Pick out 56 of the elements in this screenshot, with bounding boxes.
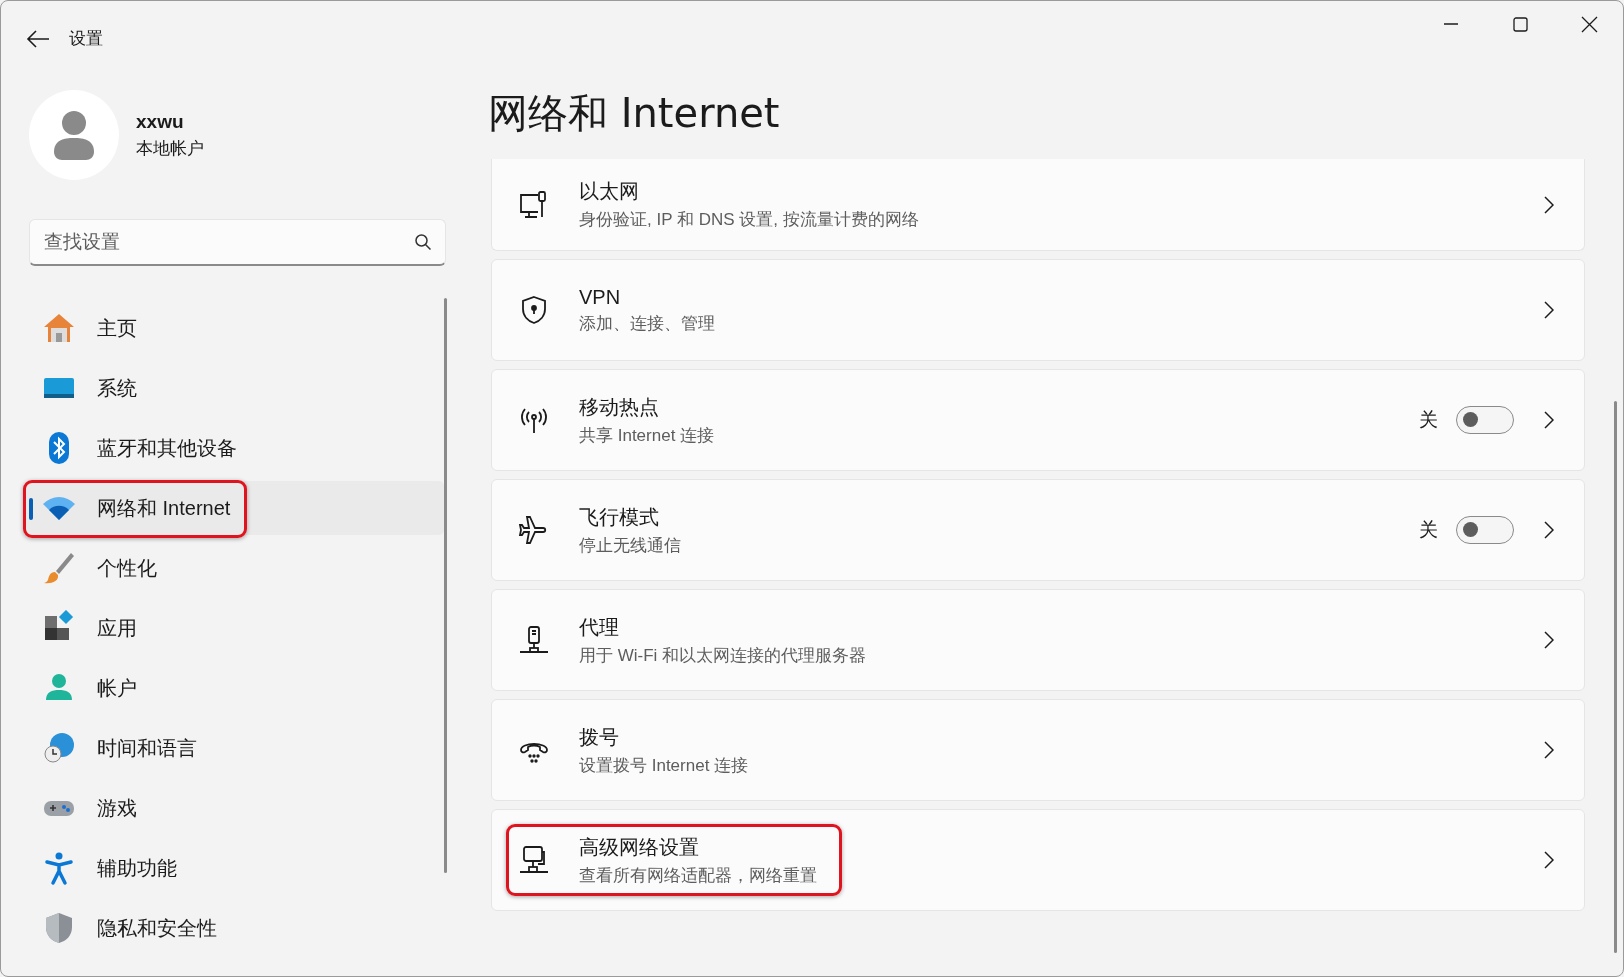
chevron-right-icon: [1544, 301, 1554, 319]
chevron-right-icon: [1544, 741, 1554, 759]
sidebar-item[interactable]: 主页: [25, 301, 444, 355]
sidebar-item[interactable]: 应用: [25, 601, 444, 655]
chevron-right-icon: [1544, 411, 1554, 429]
card-title: 代理: [579, 614, 620, 640]
sidebar-item[interactable]: 系统: [25, 361, 444, 415]
maximize-icon[interactable]: [1510, 15, 1529, 33]
card-title: 高级网络设置: [579, 834, 700, 860]
card-description: 共享 Internet 连接: [579, 424, 716, 447]
sidebar-item[interactable]: 隐私和安全性: [25, 901, 444, 955]
card-description: 添加、连接、管理: [579, 312, 716, 335]
card-title: 飞行模式: [579, 504, 660, 530]
sidebar-item[interactable]: 辅助功能: [25, 841, 444, 895]
card-title: 以太网: [579, 179, 640, 204]
chevron-right-icon: [1544, 851, 1554, 869]
chevron-right-icon: [1544, 631, 1554, 649]
toggle-state-label: 关: [1419, 408, 1438, 432]
search-field[interactable]: 查找设置: [29, 219, 446, 266]
close-icon[interactable]: [1579, 15, 1598, 33]
account-type: 本地帐户: [136, 137, 204, 160]
sidebar-item[interactable]: 蓝牙和其他设备: [25, 421, 444, 475]
settings-card[interactable]: 飞行模式 停止无线通信 关: [491, 479, 1585, 581]
toggle-state-label: 关: [1419, 518, 1438, 542]
toggle-switch[interactable]: [1456, 516, 1514, 544]
toggle-switch[interactable]: [1456, 406, 1514, 434]
globe-clock-icon: [41, 730, 77, 766]
card-description: 用于 Wi-Fi 和以太网连接的代理服务器: [579, 644, 868, 667]
settings-card[interactable]: VPN 添加、连接、管理: [491, 259, 1585, 361]
card-description: 身份验证, IP 和 DNS 设置, 按流量计费的网络: [579, 209, 920, 231]
sidebar-item[interactable]: 网络和 Internet: [25, 481, 444, 535]
card-description: 停止无线通信: [579, 534, 682, 557]
settings-card[interactable]: 以太网 身份验证, IP 和 DNS 设置, 按流量计费的网络: [491, 159, 1585, 251]
scrollbar[interactable]: [1614, 401, 1617, 953]
settings-card[interactable]: 代理 用于 Wi-Fi 和以太网连接的代理服务器: [491, 589, 1585, 691]
card-description: 设置拨号 Internet 连接: [579, 754, 750, 777]
card-title: 移动热点: [579, 394, 660, 420]
network-monitor-icon: [518, 844, 550, 876]
search-icon[interactable]: [414, 233, 432, 251]
chevron-right-icon: [1544, 521, 1554, 539]
scrollbar[interactable]: [444, 298, 447, 873]
page-title: 网络和 Internet: [488, 89, 781, 138]
sidebar-item[interactable]: 帐户: [25, 661, 444, 715]
account-name: xxwu: [136, 110, 185, 133]
proxy-server-icon: [518, 624, 550, 656]
card-title: VPN: [579, 285, 622, 309]
chevron-right-icon: [1544, 195, 1554, 214]
card-description: 查看所有网络适配器，网络重置: [579, 864, 818, 887]
window-title: 设置: [69, 28, 103, 50]
settings-card[interactable]: 移动热点 共享 Internet 连接 关: [491, 369, 1585, 471]
settings-card[interactable]: 拨号 设置拨号 Internet 连接: [491, 699, 1585, 801]
sidebar-item[interactable]: 时间和语言: [25, 721, 444, 775]
settings-card[interactable]: 高级网络设置 查看所有网络适配器，网络重置: [491, 809, 1585, 911]
sidebar-item[interactable]: 游戏: [25, 781, 444, 835]
sidebar-item[interactable]: 个性化: [25, 541, 444, 595]
card-title: 拨号: [579, 724, 620, 750]
